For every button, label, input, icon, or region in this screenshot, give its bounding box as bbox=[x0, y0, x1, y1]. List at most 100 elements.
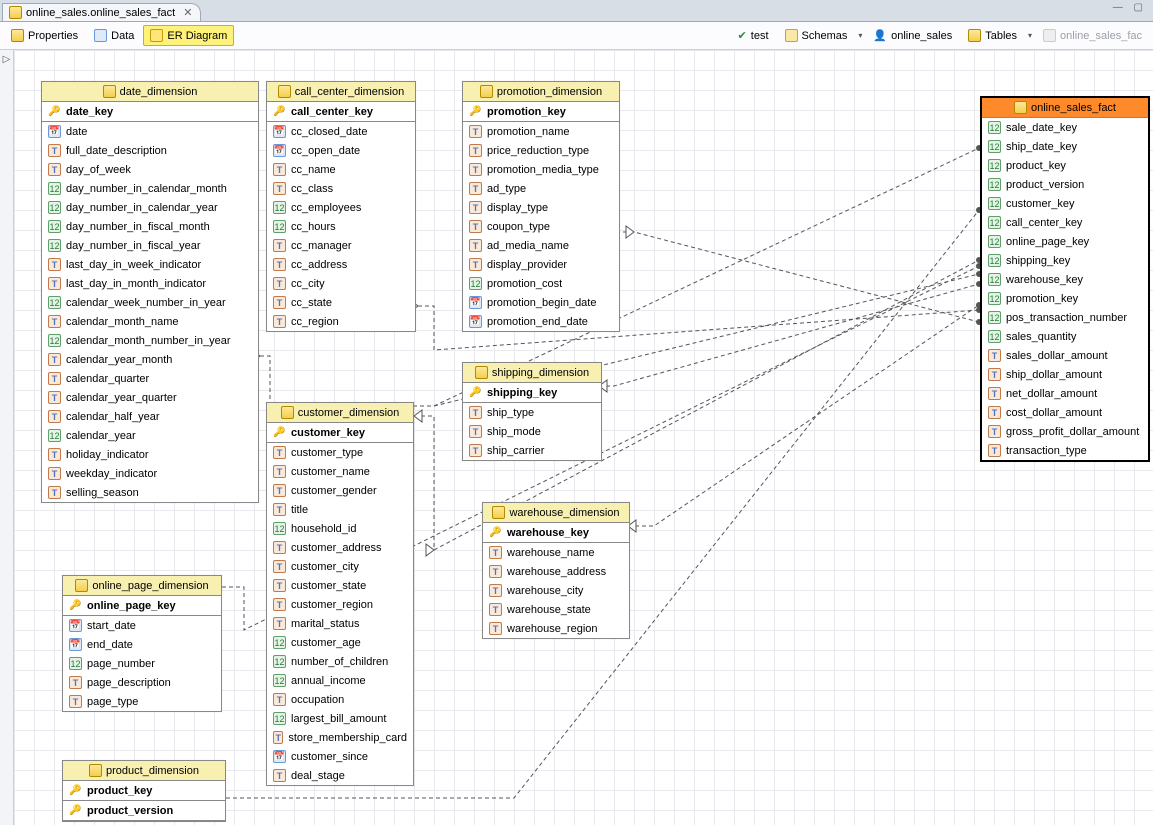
tab-erdiagram[interactable]: ER Diagram bbox=[143, 25, 234, 46]
column[interactable]: Tweekday_indicator bbox=[42, 464, 258, 483]
column[interactable]: Twarehouse_state bbox=[483, 600, 629, 619]
entity-header[interactable]: shipping_dimension bbox=[463, 363, 601, 383]
ruler-handle[interactable]: ▷ bbox=[0, 50, 14, 825]
column[interactable]: 12online_page_key bbox=[982, 232, 1148, 251]
column[interactable]: Tcalendar_year_month bbox=[42, 350, 258, 369]
entity-header[interactable]: call_center_dimension bbox=[267, 82, 415, 102]
column[interactable]: Tlast_day_in_week_indicator bbox=[42, 255, 258, 274]
column-pk[interactable]: product_version bbox=[63, 801, 225, 821]
column[interactable]: Tpromotion_media_type bbox=[463, 160, 619, 179]
column[interactable]: Tcalendar_month_name bbox=[42, 312, 258, 331]
column[interactable]: Tcc_region bbox=[267, 312, 415, 331]
entity-product-dimension[interactable]: product_dimensionproduct_keyproduct_vers… bbox=[62, 760, 226, 822]
column[interactable]: 12shipping_key bbox=[982, 251, 1148, 270]
column[interactable]: Tcc_manager bbox=[267, 236, 415, 255]
column[interactable]: Tpage_description bbox=[63, 673, 221, 692]
column[interactable]: Tcost_dollar_amount bbox=[982, 403, 1148, 422]
column-pk[interactable]: call_center_key bbox=[267, 102, 415, 122]
column[interactable]: Tcustomer_type bbox=[267, 443, 413, 462]
column[interactable]: 12cc_hours bbox=[267, 217, 415, 236]
column[interactable]: 12household_id bbox=[267, 519, 413, 538]
close-icon[interactable]: ✕ bbox=[179, 6, 192, 19]
breadcrumb-online-sales[interactable]: 👤 online_sales bbox=[866, 25, 959, 46]
column[interactable]: 12page_number bbox=[63, 654, 221, 673]
entity-header[interactable]: date_dimension bbox=[42, 82, 258, 102]
column[interactable]: 📅date bbox=[42, 122, 258, 141]
column-pk[interactable]: date_key bbox=[42, 102, 258, 122]
column[interactable]: 12product_key bbox=[982, 156, 1148, 175]
entity-shipping-dimension[interactable]: shipping_dimensionshipping_keyTship_type… bbox=[462, 362, 602, 461]
column[interactable]: Tship_carrier bbox=[463, 441, 601, 460]
column[interactable]: 12annual_income bbox=[267, 671, 413, 690]
column[interactable]: Tgross_profit_dollar_amount bbox=[982, 422, 1148, 441]
column[interactable]: 12cc_employees bbox=[267, 198, 415, 217]
tab-properties[interactable]: Properties bbox=[4, 25, 85, 46]
column[interactable]: 12number_of_children bbox=[267, 652, 413, 671]
column-pk[interactable]: product_key bbox=[63, 781, 225, 801]
column[interactable]: Tholiday_indicator bbox=[42, 445, 258, 464]
column[interactable]: 12customer_key bbox=[982, 194, 1148, 213]
entity-promotion-dimension[interactable]: promotion_dimensionpromotion_key Tpromoti… bbox=[462, 81, 620, 332]
column[interactable]: Twarehouse_name bbox=[483, 543, 629, 562]
column[interactable]: 12calendar_year bbox=[42, 426, 258, 445]
column[interactable]: Ttransaction_type bbox=[982, 441, 1148, 460]
entity-header[interactable]: customer_dimension bbox=[267, 403, 413, 423]
entity-customer-dimension[interactable]: customer_dimensioncustomer_keyTcustomer_… bbox=[266, 402, 414, 786]
entity-header[interactable]: online_sales_fact bbox=[982, 98, 1148, 118]
column[interactable]: 12warehouse_key bbox=[982, 270, 1148, 289]
entity-online-sales-fact[interactable]: online_sales_fact12sale_date_key12ship_d… bbox=[980, 96, 1150, 462]
entity-header[interactable]: promotion_dimension bbox=[463, 82, 619, 102]
column[interactable]: Tship_dollar_amount bbox=[982, 365, 1148, 384]
editor-tab-online-sales-fact[interactable]: online_sales.online_sales_fact ✕ bbox=[2, 3, 201, 21]
column-pk[interactable]: shipping_key bbox=[463, 383, 601, 403]
column[interactable]: 12sales_quantity bbox=[982, 327, 1148, 346]
column[interactable]: 📅start_date bbox=[63, 616, 221, 635]
column[interactable]: 12promotion_key bbox=[982, 289, 1148, 308]
column[interactable]: Tdisplay_type bbox=[463, 198, 619, 217]
entity-header[interactable]: product_dimension bbox=[63, 761, 225, 781]
entity-warehouse-dimension[interactable]: warehouse_dimensionwarehouse_keyTwarehou… bbox=[482, 502, 630, 639]
column[interactable]: Tcustomer_region bbox=[267, 595, 413, 614]
column-pk[interactable]: promotion_key bbox=[463, 102, 619, 122]
column[interactable]: 📅promotion_begin_date bbox=[463, 293, 619, 312]
column[interactable]: Tselling_season bbox=[42, 483, 258, 502]
column[interactable]: 12day_number_in_fiscal_year bbox=[42, 236, 258, 255]
column[interactable]: Tship_type bbox=[463, 403, 601, 422]
column[interactable]: 📅end_date bbox=[63, 635, 221, 654]
column-pk[interactable]: customer_key bbox=[267, 423, 413, 443]
column-pk[interactable]: online_page_key bbox=[63, 596, 221, 616]
column[interactable]: Tad_type bbox=[463, 179, 619, 198]
column[interactable]: Tcustomer_name bbox=[267, 462, 413, 481]
column[interactable]: Tad_media_name bbox=[463, 236, 619, 255]
chevron-down-icon[interactable]: ▾ bbox=[856, 31, 864, 40]
column[interactable]: 📅customer_since bbox=[267, 747, 413, 766]
column[interactable]: Tcoupon_type bbox=[463, 217, 619, 236]
column[interactable]: Tcc_city bbox=[267, 274, 415, 293]
column[interactable]: Tcustomer_state bbox=[267, 576, 413, 595]
column[interactable]: Twarehouse_region bbox=[483, 619, 629, 638]
column[interactable]: 12day_number_in_calendar_year bbox=[42, 198, 258, 217]
column[interactable]: Tday_of_week bbox=[42, 160, 258, 179]
entity-header[interactable]: online_page_dimension bbox=[63, 576, 221, 596]
breadcrumb-tables[interactable]: Tables bbox=[961, 25, 1024, 46]
tab-data[interactable]: Data bbox=[87, 25, 141, 46]
entity-header[interactable]: warehouse_dimension bbox=[483, 503, 629, 523]
column[interactable]: Twarehouse_address bbox=[483, 562, 629, 581]
column[interactable]: Tcc_class bbox=[267, 179, 415, 198]
column[interactable]: Tcustomer_city bbox=[267, 557, 413, 576]
column[interactable]: Tcc_state bbox=[267, 293, 415, 312]
column[interactable]: Tpage_type bbox=[63, 692, 221, 711]
chevron-down-icon[interactable]: ▾ bbox=[1026, 31, 1034, 40]
breadcrumb-schemas[interactable]: Schemas bbox=[778, 25, 855, 46]
column[interactable]: Toccupation bbox=[267, 690, 413, 709]
column[interactable]: 12ship_date_key bbox=[982, 137, 1148, 156]
column[interactable]: 📅cc_open_date bbox=[267, 141, 415, 160]
column[interactable]: Tfull_date_description bbox=[42, 141, 258, 160]
entity-online-page-dimension[interactable]: online_page_dimensiononline_page_key📅sta… bbox=[62, 575, 222, 712]
column[interactable]: 12pos_transaction_number bbox=[982, 308, 1148, 327]
column[interactable]: Ttitle bbox=[267, 500, 413, 519]
column[interactable]: 12calendar_month_number_in_year bbox=[42, 331, 258, 350]
column[interactable]: 12day_number_in_calendar_month bbox=[42, 179, 258, 198]
column[interactable]: Tcalendar_half_year bbox=[42, 407, 258, 426]
column[interactable]: 12day_number_in_fiscal_month bbox=[42, 217, 258, 236]
